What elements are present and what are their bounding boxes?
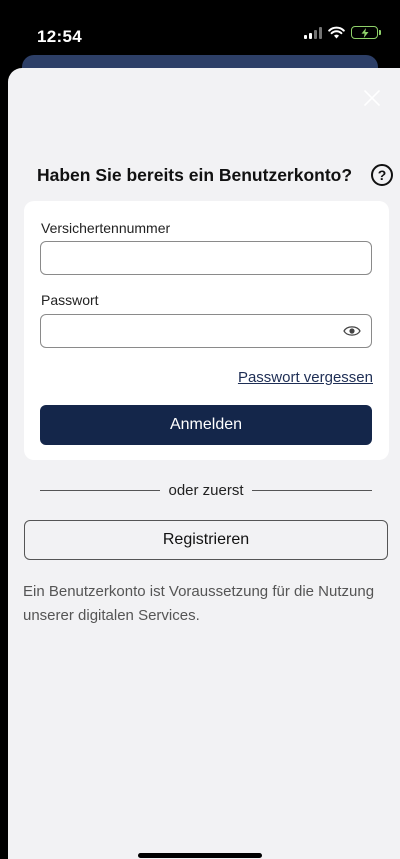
wifi-icon <box>328 26 345 39</box>
eye-icon[interactable] <box>343 324 361 338</box>
password-label: Passwort <box>41 292 99 308</box>
status-icons <box>304 26 381 39</box>
insurance-number-label: Versichertennummer <box>41 220 171 236</box>
close-icon <box>364 90 380 106</box>
register-button[interactable]: Registrieren <box>24 520 388 560</box>
status-time: 12:54 <box>37 27 82 46</box>
info-text: Ein Benutzerkonto ist Voraussetzung für … <box>23 583 375 624</box>
divider-text: oder zuerst <box>168 482 244 499</box>
login-card: Versichertennummer Passwort Passwort ver… <box>24 201 389 460</box>
login-button[interactable]: Anmelden <box>40 405 372 445</box>
divider-line-left <box>40 490 161 491</box>
password-input[interactable] <box>40 314 372 348</box>
forgot-password-link[interactable]: Passwort vergessen <box>238 369 373 386</box>
insurance-number-input[interactable] <box>40 241 372 275</box>
question-circle-icon[interactable]: ? <box>371 164 393 186</box>
divider: oder zuerst <box>40 482 373 499</box>
signal-icon <box>304 26 322 39</box>
divider-line-right <box>251 490 373 491</box>
battery-charging-icon <box>351 26 381 39</box>
close-button[interactable] <box>362 88 382 108</box>
status-bar: 12:54 <box>0 0 400 62</box>
title-row: Haben Sie bereits ein Benutzerkonto? ? <box>37 164 393 186</box>
home-indicator <box>138 853 262 858</box>
page-title: Haben Sie bereits ein Benutzerkonto? <box>37 164 353 185</box>
login-sheet: Haben Sie bereits ein Benutzerkonto? ? V… <box>8 68 400 859</box>
